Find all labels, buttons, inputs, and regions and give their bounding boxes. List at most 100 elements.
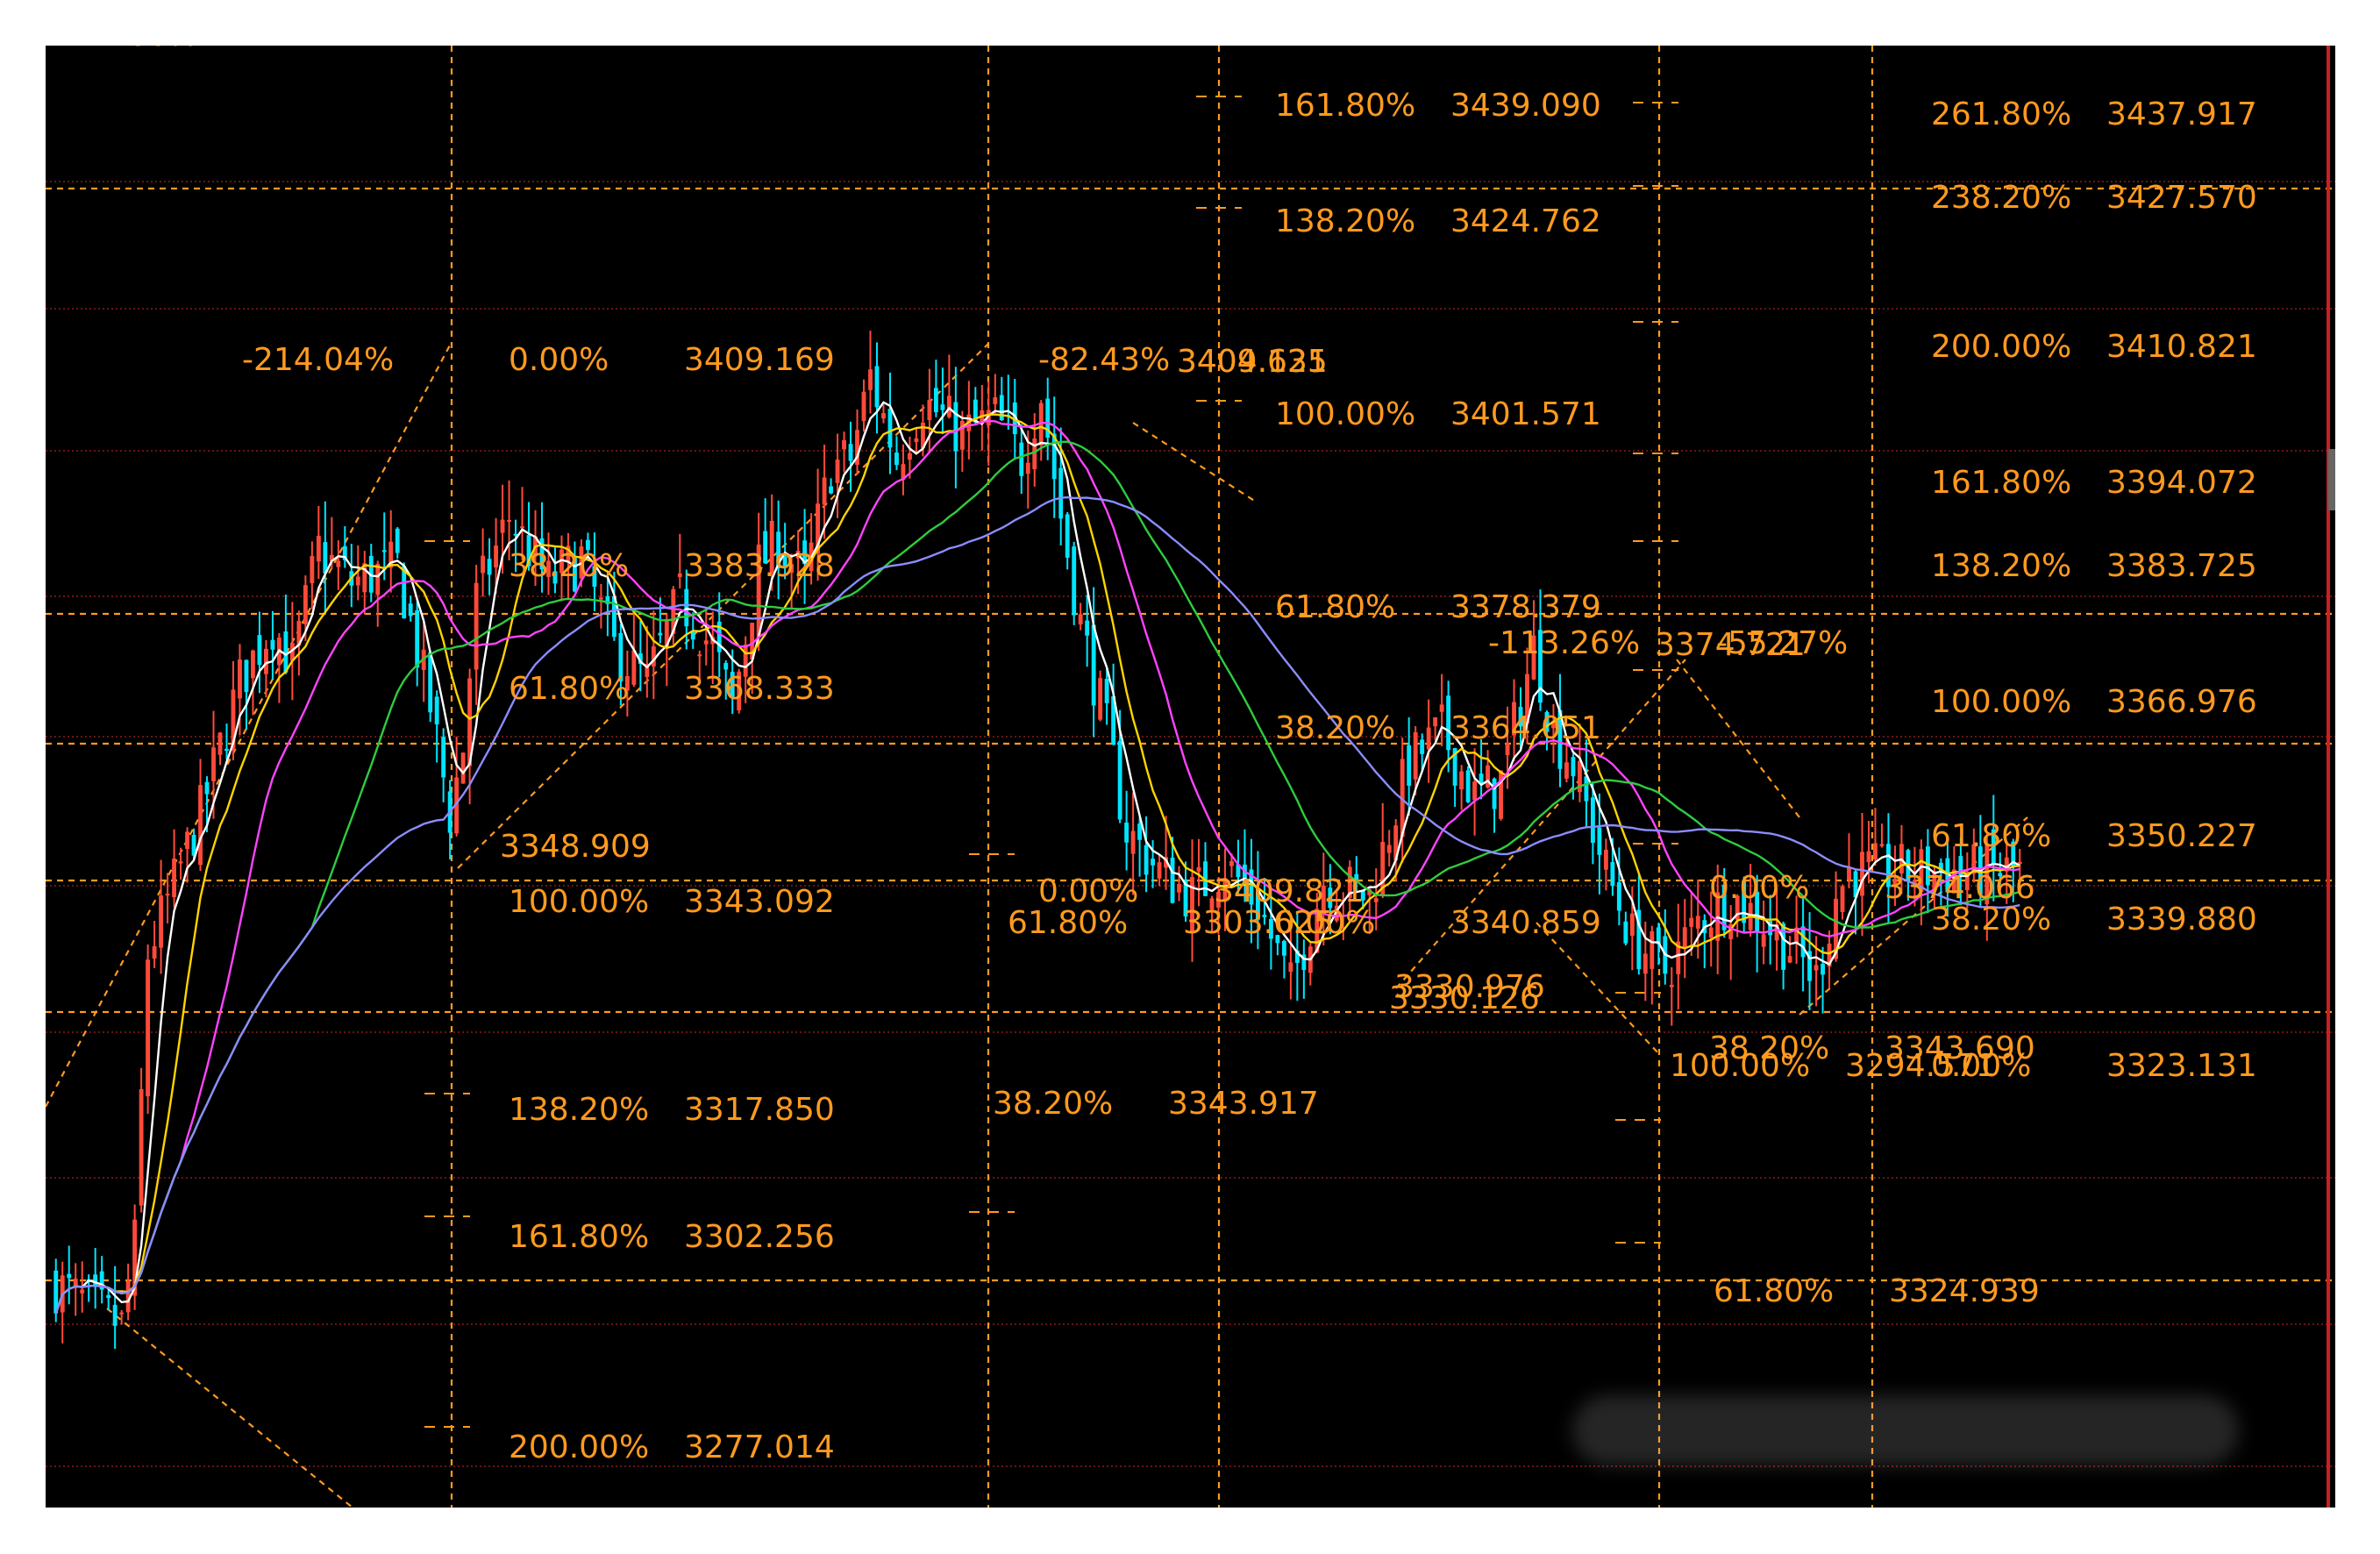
price-label: 3348.909 xyxy=(500,829,651,865)
candle-body xyxy=(703,640,709,645)
candle-body xyxy=(67,1273,72,1279)
candle-body xyxy=(211,747,216,781)
fib-label-value: 3427.570 xyxy=(2106,180,2257,216)
candle-body xyxy=(316,536,321,562)
candle-body xyxy=(415,609,420,668)
candle-body xyxy=(217,732,223,755)
fib-label-value: 3339.880 xyxy=(2106,902,2257,937)
candle-body xyxy=(178,861,183,864)
candle-body xyxy=(1564,762,1569,779)
candle-body xyxy=(139,1088,144,1206)
candle-body xyxy=(677,573,682,577)
candle-body xyxy=(1229,860,1234,866)
candle-body xyxy=(1597,827,1602,855)
candle-body xyxy=(1170,857,1175,903)
fib-label-value: 3343.917 xyxy=(1168,1086,1319,1122)
candle-body xyxy=(927,400,932,420)
ma20-line xyxy=(54,419,2020,1315)
candle-body xyxy=(1603,849,1608,870)
candle-body xyxy=(1486,765,1490,788)
candle-body xyxy=(428,652,433,713)
fib-label-pct: 38.20% xyxy=(1931,902,2051,937)
fib-label-pct: 261.80% xyxy=(1931,96,2071,132)
fib-label-pct: 61.80% xyxy=(1008,905,1128,941)
candle-body xyxy=(697,654,702,657)
candle-body xyxy=(651,646,656,667)
fib-label-value: 3439.090 xyxy=(1450,88,1601,124)
candle-body xyxy=(1873,843,1878,859)
fib-label-pct: 0.00% xyxy=(509,342,609,378)
candle-body xyxy=(1124,823,1129,843)
candle-body xyxy=(908,453,912,460)
candle-body xyxy=(152,946,157,959)
candle-body xyxy=(1439,704,1444,712)
candle-body xyxy=(822,477,827,505)
fib-label-value: 3343.092 xyxy=(684,884,835,920)
candle-body xyxy=(494,545,499,568)
candle-body xyxy=(1787,956,1792,963)
candle-body xyxy=(1420,739,1425,754)
candle-body xyxy=(1130,830,1136,854)
candle-body xyxy=(204,781,210,795)
candle-body xyxy=(303,585,308,624)
fib-label-pct: 61.80% xyxy=(1714,1273,1834,1309)
fib-label-pct: 161.80% xyxy=(1931,465,2071,501)
candle-body xyxy=(165,894,170,896)
candle-body xyxy=(172,858,176,897)
candle-body xyxy=(1137,823,1143,840)
candle-body xyxy=(1840,886,1845,912)
fib-trend-line-3 xyxy=(1132,422,1257,503)
candle-body xyxy=(80,1289,85,1294)
fib-label-value: 3383.928 xyxy=(684,548,835,584)
scrollbar-thumb[interactable] xyxy=(2328,449,2335,510)
fib-trend-line-6 xyxy=(1676,659,1800,818)
candle-body xyxy=(1091,624,1096,706)
candle-body xyxy=(829,486,833,494)
candle-body xyxy=(408,603,413,617)
fib-label-pct: 61.80% xyxy=(1275,589,1395,625)
candle-body xyxy=(1407,745,1412,786)
fib-label-pct: 100.00% xyxy=(1931,684,2071,720)
fib-label-value: 3378.379 xyxy=(1450,589,1601,625)
candle-body xyxy=(1426,727,1431,750)
candle-body xyxy=(441,737,446,778)
candle-body xyxy=(1459,771,1464,790)
fib-label-pct: 38.20% xyxy=(993,1086,1113,1122)
fib-label-pct: 0.00% xyxy=(1709,870,1809,906)
fib-label-value: 3394.072 xyxy=(2106,465,2257,501)
candle-body xyxy=(1373,898,1379,902)
candle-body xyxy=(914,438,919,443)
blurred-watermark xyxy=(1572,1395,2239,1465)
fib-label-value: 3366.976 xyxy=(2106,684,2257,720)
candle-body xyxy=(1623,921,1628,944)
candle-body xyxy=(658,632,663,636)
candle-body xyxy=(395,528,400,553)
fib-label-value: 3323.131 xyxy=(2106,1048,2257,1084)
fib-label-pct: -214.04% xyxy=(242,342,394,378)
candle-body xyxy=(1098,678,1103,720)
candle-body xyxy=(159,895,164,948)
candle-body xyxy=(1629,913,1635,937)
candle-body xyxy=(1847,867,1851,880)
candlestick-chart[interactable]: 161.80% 3439.090 138.20% 3424.762 100.00% 340… xyxy=(46,46,2335,1508)
candle-body xyxy=(1669,984,1674,987)
fib-label-value: 3401.571 xyxy=(1450,396,1601,432)
candle-body xyxy=(1590,797,1595,843)
candle-body xyxy=(723,663,729,670)
candle-body xyxy=(1689,917,1694,927)
fib-label-value: 3303.625 xyxy=(1183,905,1334,941)
candle-body xyxy=(1196,866,1201,872)
fib-label-pct: 38.20% xyxy=(509,548,629,584)
fib-label-value: 3424.762 xyxy=(1450,203,1601,239)
candle-body xyxy=(1151,859,1156,866)
candle-body xyxy=(481,555,486,574)
candle-body xyxy=(270,639,275,650)
fib-label-pct: 61.80% xyxy=(509,671,629,707)
fib-label-pct: 200.00% xyxy=(1931,329,2071,365)
fib-label-value: 3324.939 xyxy=(1889,1273,2040,1309)
candle-body xyxy=(310,555,315,584)
chart-frame: 161.80% 3439.090 138.20% 3424.762 100.00% 340… xyxy=(46,46,2335,1508)
candle-body xyxy=(1117,740,1122,820)
candle-body xyxy=(1708,927,1714,938)
candle-body xyxy=(185,831,189,849)
